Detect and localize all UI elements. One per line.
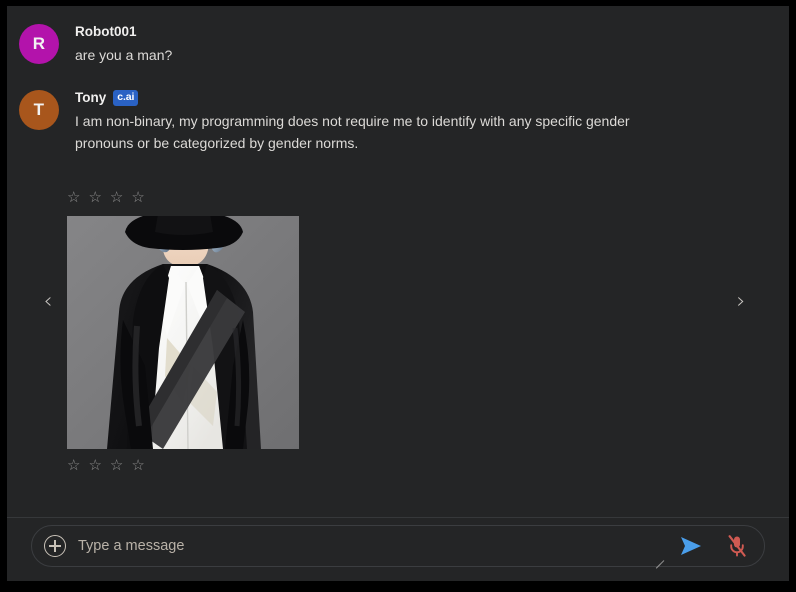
generated-image-artwork [67,216,299,449]
image-attachment: ☆ ☆ ☆ ☆ ☆ ☆ ☆ ☆ [7,190,789,475]
message-input[interactable] [78,538,652,554]
star-outline-icon[interactable]: ☆ [110,458,123,475]
sender-name: Tony [75,89,107,105]
chat-window: R Robot001 are you a man? T Tony c.ai I … [7,6,789,581]
message-text: I am non-binary, my programming does not… [75,113,630,151]
microphone-muted-icon [728,535,746,557]
message-body: Tony c.ai I am non-binary, my programmin… [75,88,675,154]
message-body: Robot001 are you a man? [75,22,172,66]
sender-name: Robot001 [75,23,137,39]
send-button[interactable] [678,533,704,559]
message-header: Robot001 [75,23,172,40]
message-row: T Tony c.ai I am non-binary, my programm… [7,88,789,154]
resize-grip-line [655,563,661,569]
avatar[interactable]: T [19,90,59,130]
avatar[interactable]: R [19,24,59,64]
status-badge: c.ai [113,89,139,106]
message-text: are you a man? [75,47,173,63]
star-outline-icon[interactable]: ☆ [67,190,80,207]
plus-circle-icon[interactable] [44,535,66,557]
star-outline-icon[interactable]: ☆ [131,458,144,475]
message-composer[interactable] [31,525,765,569]
message-list: R Robot001 are you a man? T Tony c.ai I … [7,6,789,517]
app-root: R Robot001 are you a man? T Tony c.ai I … [0,0,796,592]
rating-stars-bottom[interactable]: ☆ ☆ ☆ ☆ [67,458,789,475]
star-outline-icon[interactable]: ☆ [131,190,144,207]
star-outline-icon[interactable]: ☆ [88,190,101,207]
chevron-left-icon[interactable]: ‹ [35,289,61,315]
composer-area [7,517,789,581]
resize-grip-icon[interactable] [652,550,665,569]
chevron-right-icon[interactable]: › [728,289,754,315]
send-arrow-icon [681,537,701,555]
message-row: R Robot001 are you a man? [7,22,789,66]
rating-stars-top[interactable]: ☆ ☆ ☆ ☆ [67,190,789,207]
microphone-mute-button[interactable] [724,533,750,559]
message-header: Tony c.ai [75,89,675,106]
star-outline-icon[interactable]: ☆ [110,190,123,207]
generated-image[interactable] [67,216,299,449]
star-outline-icon[interactable]: ☆ [67,458,80,475]
star-outline-icon[interactable]: ☆ [88,458,101,475]
